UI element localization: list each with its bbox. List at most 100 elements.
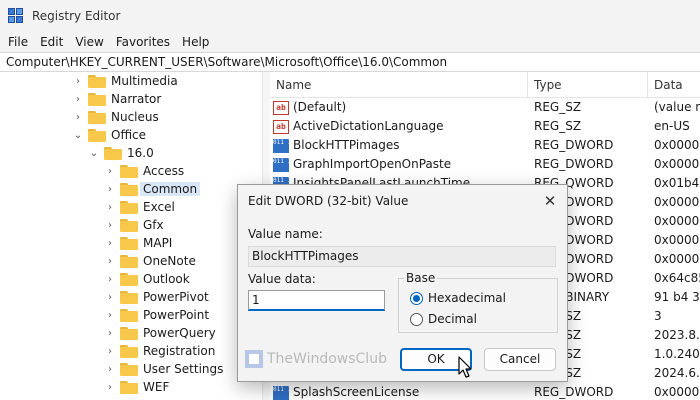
binary-value-icon: 011 110 (273, 385, 289, 400)
value-data: 0x000000 (654, 138, 700, 152)
chevron-right-icon[interactable]: › (72, 108, 84, 126)
folder-icon (120, 200, 138, 214)
radio-selected-icon (410, 291, 423, 305)
menu-bar: File Edit View Favorites Help (0, 32, 700, 52)
value-data: 0x000000 (654, 214, 700, 228)
tree-item[interactable]: › PowerPoint (104, 306, 209, 324)
decimal-radio[interactable]: Decimal (410, 312, 477, 326)
folder-icon (120, 344, 138, 358)
value-name-cell: ab ActiveDictationLanguage (273, 117, 531, 136)
value-name: BlockHTTPimages (293, 138, 400, 152)
cancel-button[interactable]: Cancel (484, 348, 556, 371)
chevron-right-icon[interactable]: › (104, 306, 116, 324)
value-data: 2023.8.22 (654, 328, 700, 342)
tree-item[interactable]: › Common (104, 180, 201, 198)
close-icon[interactable]: ✕ (539, 191, 561, 211)
menu-help[interactable]: Help (176, 35, 215, 49)
column-header-data[interactable]: Data (648, 72, 700, 98)
tree-item[interactable]: › Gfx (104, 216, 164, 234)
chevron-down-icon[interactable]: ⌄ (72, 126, 84, 144)
string-value-icon: ab (273, 100, 289, 115)
tree-item[interactable]: › PowerQuery (104, 324, 216, 342)
chevron-right-icon[interactable]: › (104, 324, 116, 342)
value-name-cell: 011 110 SplashScreenLicense (273, 383, 531, 400)
chevron-right-icon[interactable]: › (104, 378, 116, 396)
folder-icon (120, 218, 138, 232)
tree-item-label: Narrator (111, 92, 162, 106)
folder-icon (120, 164, 138, 178)
watermark-logo-icon (245, 350, 263, 368)
tree-item-label: Gfx (143, 218, 164, 232)
chevron-right-icon[interactable]: › (104, 342, 116, 360)
tree-item[interactable]: › Excel (104, 198, 175, 216)
tree-item-label: Common (140, 182, 201, 196)
chevron-right-icon[interactable]: › (104, 180, 116, 198)
menu-edit[interactable]: Edit (34, 35, 69, 49)
tree-item[interactable]: › WEF (104, 378, 169, 396)
chevron-down-icon[interactable]: ⌄ (88, 144, 100, 162)
folder-icon (120, 308, 138, 322)
tree-item-label: PowerPivot (143, 290, 209, 304)
value-type: REG_DWORD (534, 157, 614, 171)
value-row[interactable]: 011 110 GraphImportOpenOnPaste REG_DWORD 0x… (270, 155, 700, 174)
tree-item-label: Outlook (143, 272, 190, 286)
value-data: 0x000000 (654, 195, 700, 209)
tree-item[interactable]: › Registration (104, 342, 215, 360)
value-name: ActiveDictationLanguage (293, 119, 444, 133)
chevron-right-icon[interactable]: › (104, 234, 116, 252)
tree-item[interactable]: ⌄ 16.0 (88, 144, 154, 162)
tree-item[interactable]: › Outlook (104, 270, 190, 288)
chevron-right-icon[interactable]: › (104, 162, 116, 180)
value-data: 0x000000 (654, 252, 700, 266)
tree-item-label: Registration (143, 344, 216, 358)
tree-item[interactable]: ⌄ Office (72, 126, 146, 144)
value-data: 0x01b4c (654, 176, 700, 190)
list-header: Name Type Data (270, 72, 700, 98)
value-row[interactable]: 011 110 BlockHTTPimages REG_DWORD 0x000000 (270, 136, 700, 155)
menu-view[interactable]: View (69, 35, 109, 49)
window-title: Registry Editor (32, 9, 121, 23)
tree-item[interactable]: › Nucleus (72, 108, 159, 126)
tree-item[interactable]: › OneNote (104, 252, 196, 270)
value-row[interactable]: ab ActiveDictationLanguage REG_SZ en-US (270, 117, 700, 136)
hexadecimal-radio[interactable]: Hexadecimal (410, 291, 506, 305)
chevron-right-icon[interactable]: › (72, 72, 84, 90)
hexadecimal-label: Hexadecimal (428, 291, 506, 305)
string-value-icon: ab (273, 119, 289, 134)
tree-item[interactable]: › Access (104, 162, 184, 180)
value-data-input[interactable]: 1 (248, 290, 385, 311)
column-header-type[interactable]: Type (528, 72, 648, 98)
value-name: (Default) (293, 100, 347, 114)
key-tree[interactable]: › Multimedia › Narrator › Nucleus ⌄ Office ⌄ 16.0… (0, 72, 262, 400)
chevron-right-icon[interactable]: › (104, 288, 116, 306)
value-data: en-US (654, 119, 690, 133)
base-label: Base (404, 271, 438, 285)
chevron-right-icon[interactable]: › (104, 216, 116, 234)
chevron-right-icon[interactable]: › (104, 252, 116, 270)
chevron-right-icon[interactable]: › (104, 360, 116, 378)
value-data: (value no (654, 100, 700, 114)
tree-item[interactable]: › PowerPivot (104, 288, 209, 306)
chevron-right-icon[interactable]: › (104, 198, 116, 216)
binary-value-icon: 011 110 (273, 138, 289, 153)
menu-favorites[interactable]: Favorites (110, 35, 176, 49)
tree-item-label: Nucleus (111, 110, 159, 124)
tree-item-label: PowerPoint (143, 308, 210, 322)
address-bar[interactable]: Computer\HKEY_CURRENT_USER\Software\Micr… (0, 52, 700, 72)
chevron-right-icon[interactable]: › (72, 90, 84, 108)
tree-item[interactable]: › MAPI (104, 234, 172, 252)
value-type: REG_SZ (534, 100, 582, 114)
value-data-label: Value data: (248, 272, 316, 286)
tree-item[interactable]: › Narrator (72, 90, 161, 108)
tree-item[interactable]: › Multimedia (72, 72, 178, 90)
tree-item[interactable]: › User Settings (104, 360, 223, 378)
column-header-name[interactable]: Name (270, 72, 528, 98)
value-row[interactable]: ab (Default) REG_SZ (value no (270, 98, 700, 117)
folder-icon (88, 92, 106, 106)
folder-icon (120, 254, 138, 268)
folder-icon (120, 236, 138, 250)
chevron-right-icon[interactable]: › (104, 270, 116, 288)
value-type: REG_DWORD (534, 385, 614, 399)
value-row[interactable]: 011 110 SplashScreenLicense REG_DWORD 0x000… (270, 383, 700, 400)
menu-file[interactable]: File (2, 35, 34, 49)
